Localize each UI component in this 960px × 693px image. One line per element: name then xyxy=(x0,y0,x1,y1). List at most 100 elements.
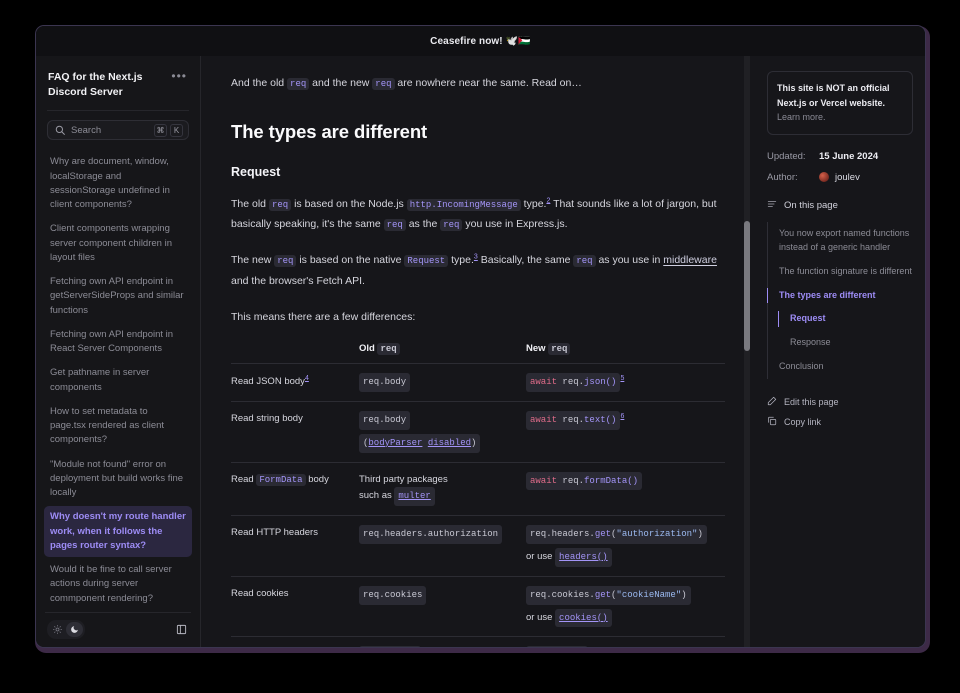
theme-toggle[interactable] xyxy=(47,619,85,639)
code-old: req.body xyxy=(359,372,411,392)
cut-text-c: are nowhere near the same. Read on… xyxy=(394,77,582,89)
site-banner[interactable]: Ceasefire now! 🕊️🇵🇸 xyxy=(36,26,925,56)
code-get: get xyxy=(594,589,612,600)
cell-old: req.cookies xyxy=(359,576,526,638)
moon-icon[interactable] xyxy=(66,621,83,637)
feature-label: Read JSON body xyxy=(231,376,305,388)
sidebar-item-8[interactable]: Would it be fine to call server actions … xyxy=(44,559,192,610)
cell-feature: Read FormData body xyxy=(231,462,359,517)
p1-a: The old xyxy=(231,197,269,210)
search-icon xyxy=(55,125,65,136)
footnote-ref-6[interactable]: 6 xyxy=(620,413,624,420)
cell-feature: Read JSON body4 xyxy=(231,363,359,402)
headers-link-text[interactable]: headers() xyxy=(559,552,608,562)
sidebar-toggle-icon[interactable] xyxy=(176,624,189,635)
p2-b: is based on the native xyxy=(296,254,405,267)
search-input[interactable]: Search ⌘ K xyxy=(47,120,189,141)
site-title[interactable]: FAQ for the Next.js Discord Server xyxy=(48,70,163,100)
sidebar-item-0[interactable]: Why are document, window, localStorage a… xyxy=(44,151,192,216)
link-headers[interactable]: headers() xyxy=(555,547,612,567)
sun-icon[interactable] xyxy=(49,622,66,637)
inline-code-incomingmessage: http.IncomingMessage xyxy=(406,198,521,211)
cookies-link-text[interactable]: cookies() xyxy=(559,613,608,623)
cell-feature: Read cookies xyxy=(231,576,359,638)
learn-more-link[interactable]: Learn more. xyxy=(777,112,826,122)
th-old: Old req xyxy=(359,342,526,364)
code-new: await req.text() xyxy=(526,411,621,430)
multer-link-text[interactable]: multer xyxy=(398,491,430,501)
code-base: req.headers. xyxy=(530,529,595,540)
edit-this-page-button[interactable]: Edit this page xyxy=(767,392,913,412)
code-text: req. xyxy=(557,377,585,388)
old-text: Third party packages xyxy=(359,473,448,485)
code-get: get xyxy=(594,529,612,540)
author-row: Author: joulev xyxy=(767,172,913,183)
cell-old: req.body xyxy=(359,363,526,402)
sidebar-divider xyxy=(47,110,189,112)
code-fn: text() xyxy=(584,415,617,426)
code-new: await req.formData() xyxy=(526,471,643,491)
cell-old: req.method xyxy=(359,636,526,647)
toc-item-0[interactable]: You now export named functions instead o… xyxy=(768,222,913,260)
paragraph-new-req: The new req is based on the native Reque… xyxy=(231,250,725,290)
new-pre: or use xyxy=(526,550,556,562)
scrollbar-thumb[interactable] xyxy=(744,221,750,351)
th-old-code: req xyxy=(377,342,400,355)
th-new-code: req xyxy=(548,342,571,355)
sidebar-item-7-active[interactable]: Why doesn't my route handler work, when … xyxy=(44,506,192,558)
cut-text-b: and the new xyxy=(309,77,373,89)
kbd-modifier: ⌘ xyxy=(154,123,167,137)
paragraph-differences: This means there are a few differences: xyxy=(231,310,416,323)
sidebar-item-5[interactable]: How to set metadata to page.tsx rendered… xyxy=(44,401,192,452)
section-heading-request: Request xyxy=(231,164,281,179)
kw-await: await xyxy=(530,475,558,486)
more-options-icon[interactable]: ••• xyxy=(169,70,189,82)
cell-new: await req.text() 6 xyxy=(526,401,725,463)
author-value[interactable]: joulev xyxy=(819,172,860,183)
updated-label: Updated: xyxy=(767,150,806,162)
table-row: Read cookies req.cookies req.cookies.get… xyxy=(231,576,725,638)
sidebar-item-6[interactable]: "Module not found" error on deployment b… xyxy=(44,454,192,505)
link-disabled[interactable]: disabled xyxy=(428,438,471,448)
comparison-table: Old req New req Read JSON body4 req.body… xyxy=(231,342,725,647)
cell-old: Third party packages such as multer xyxy=(359,462,526,517)
kw-await: await xyxy=(530,377,558,388)
author-name: joulev xyxy=(835,171,860,183)
link-middleware[interactable]: middleware xyxy=(663,254,717,266)
inline-code-req-5: req xyxy=(274,255,297,268)
th-feature xyxy=(231,342,359,364)
link-multer[interactable]: multer xyxy=(394,487,435,507)
new-pre: or use xyxy=(526,611,556,623)
banner-emoji: 🕊️🇵🇸 xyxy=(505,35,531,47)
inline-code-req-3: req xyxy=(383,219,406,232)
sidebar-item-4[interactable]: Get pathname in server components xyxy=(44,362,192,399)
cell-old: req.headers.authorization xyxy=(359,515,526,577)
sidebar-item-3[interactable]: Fetching own API endpoint in React Serve… xyxy=(44,324,192,361)
table-header-row: Old req New req xyxy=(231,342,725,364)
sidebar-item-2[interactable]: Fetching own API endpoint in getServerSi… xyxy=(44,271,192,322)
toc-item-4-response[interactable]: Response xyxy=(768,331,913,355)
cell-old: req.body (bodyParser disabled) xyxy=(359,401,526,463)
p2-d: Basically, the same xyxy=(477,254,574,267)
feature-post: body xyxy=(305,473,329,485)
footnote-ref-5[interactable]: 5 xyxy=(620,375,624,382)
footnote-ref-4[interactable]: 4 xyxy=(305,375,309,382)
sidebar-item-1[interactable]: Client components wrapping server compon… xyxy=(44,218,192,269)
toc-item-1[interactable]: The function signature is different xyxy=(768,260,913,284)
code-base: req.cookies. xyxy=(530,589,595,600)
link-cookies[interactable]: cookies() xyxy=(555,608,612,628)
cut-text-a: And the old xyxy=(231,77,288,89)
copy-link-button[interactable]: Copy link xyxy=(767,412,913,432)
table-row: Read string body req.body (bodyParser di… xyxy=(231,401,725,463)
p2-c: type. xyxy=(448,254,474,267)
link-bodyparser[interactable]: bodyParser xyxy=(368,438,422,448)
inline-code-formdata: FormData xyxy=(256,473,306,486)
copy-icon xyxy=(767,416,777,428)
vertical-scrollbar[interactable] xyxy=(744,56,750,647)
toc-item-2-active[interactable]: The types are different xyxy=(767,284,913,308)
toc-item-3-request[interactable]: Request xyxy=(768,307,913,331)
inline-code-req-6: req xyxy=(573,255,596,268)
list-icon xyxy=(767,199,777,212)
toc-item-5-conclusion[interactable]: Conclusion xyxy=(768,355,913,379)
cell-new: await req.formData() xyxy=(526,462,725,517)
